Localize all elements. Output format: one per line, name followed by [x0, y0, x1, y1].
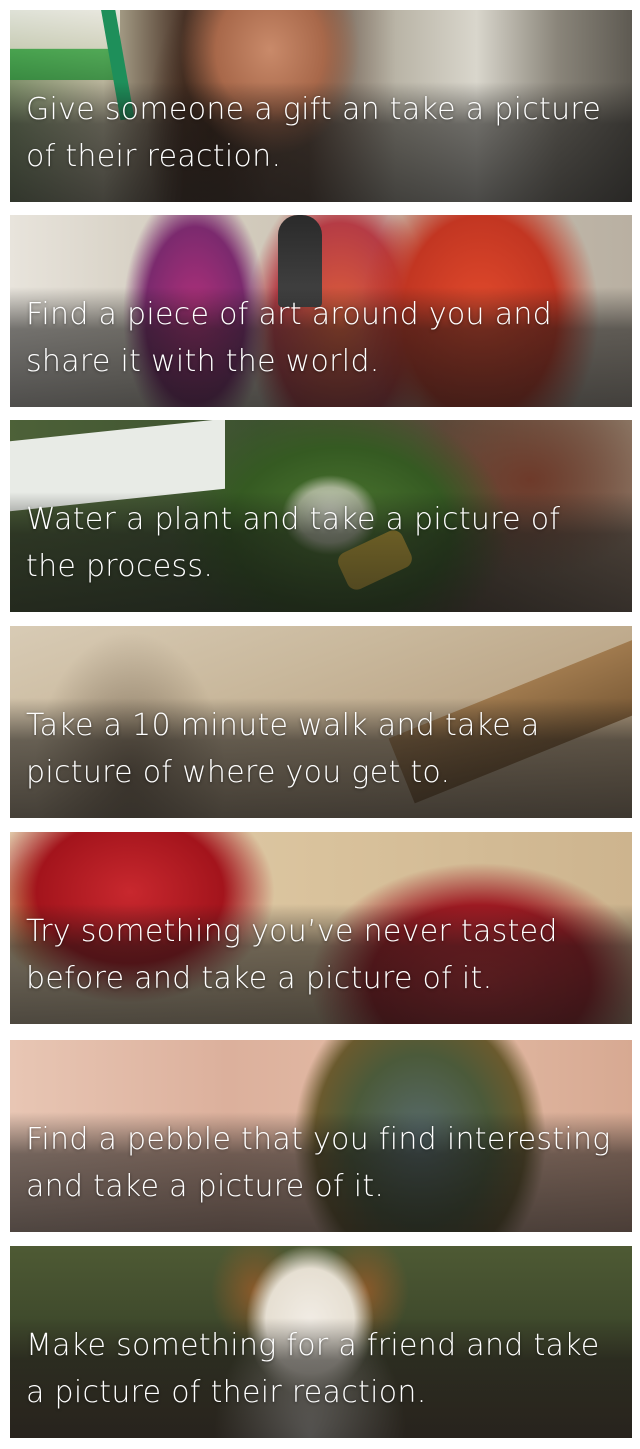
challenge-caption: Take a 10 minute walk and take a picture…: [26, 708, 540, 790]
challenge-caption: Give someone a gift an take a picture of…: [26, 92, 602, 174]
challenge-caption: Water a plant and take a picture of the …: [26, 502, 561, 584]
challenge-caption: Find a piece of art around you and share…: [26, 297, 553, 379]
challenge-card-friend[interactable]: Make something for a friend and take a p…: [10, 1246, 632, 1438]
challenge-card-art[interactable]: Find a piece of art around you and share…: [10, 215, 632, 407]
challenge-caption: Find a pebble that you find interesting …: [26, 1122, 611, 1204]
challenge-card-taste[interactable]: Try something you’ve never tasted before…: [10, 832, 632, 1024]
challenge-card-plant[interactable]: Water a plant and take a picture of the …: [10, 420, 632, 612]
challenge-card-pebble[interactable]: Find a pebble that you find interesting …: [10, 1040, 632, 1232]
challenge-feed: Give someone a gift an take a picture of…: [0, 0, 640, 1449]
challenge-card-gift[interactable]: Give someone a gift an take a picture of…: [10, 10, 632, 202]
challenge-caption: Make something for a friend and take a p…: [26, 1328, 600, 1410]
challenge-caption: Try something you’ve never tasted before…: [26, 914, 558, 996]
challenge-card-walk[interactable]: Take a 10 minute walk and take a picture…: [10, 626, 632, 818]
